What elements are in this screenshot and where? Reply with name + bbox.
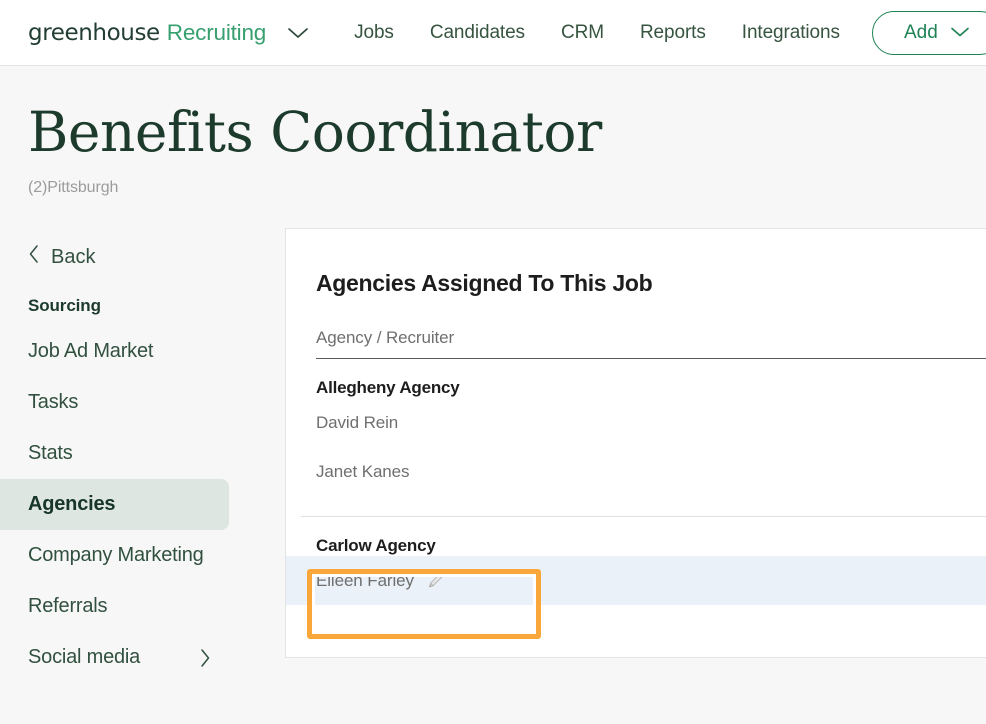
recruiter-row-eileen-farley[interactable]: Eileen Farley: [286, 556, 986, 605]
nav-link-crm[interactable]: CRM: [561, 22, 604, 44]
sidebar-item-label: Referrals: [28, 595, 108, 617]
main-content: Agencies Assigned To This Job Agency / R…: [285, 228, 986, 724]
content-shell: Back Sourcing Job Ad Market Tasks Stats …: [0, 228, 986, 724]
back-link-label: Back: [51, 245, 96, 268]
chevron-left-icon: [28, 244, 40, 270]
sidebar-item-label: Job Ad Market: [28, 340, 154, 362]
recruiter-row[interactable]: Janet Kanes: [286, 447, 986, 496]
chevron-down-icon[interactable]: [287, 26, 309, 40]
sidebar-item-referrals[interactable]: Referrals: [0, 581, 229, 632]
agencies-panel: Agencies Assigned To This Job Agency / R…: [285, 228, 986, 658]
sidebar-item-label: Agencies: [28, 493, 116, 515]
agency-group: Allegheny Agency David Rein Janet Kanes: [286, 359, 986, 496]
sidebar-section-sourcing: Sourcing: [28, 296, 101, 315]
chevron-right-icon: [199, 648, 211, 668]
page-subtitle: (2)Pittsburgh: [28, 178, 119, 196]
nav-link-integrations[interactable]: Integrations: [742, 22, 840, 44]
agency-group-name: Carlow Agency: [316, 536, 436, 555]
page-title: Benefits Coordinator: [28, 100, 602, 164]
recruiter-name: Eileen Farley: [316, 570, 414, 590]
sidebar-item-label: Stats: [28, 442, 73, 464]
brand-wordmark: greenhouse: [28, 19, 160, 46]
panel-title: Agencies Assigned To This Job: [316, 270, 653, 296]
sidebar-item-stats[interactable]: Stats: [0, 428, 229, 479]
recruiter-name: Janet Kanes: [316, 461, 410, 481]
add-button[interactable]: Add: [871, 10, 986, 55]
sidebar-item-company-marketing[interactable]: Company Marketing: [0, 530, 229, 581]
back-link[interactable]: Back: [0, 236, 285, 278]
edit-pencil-icon[interactable]: [425, 570, 446, 591]
recruiter-name: David Rein: [316, 412, 399, 432]
top-navigation-bar: greenhouse Recruiting Jobs Candidates CR…: [0, 0, 986, 66]
sidebar-item-social-media[interactable]: Social media: [0, 632, 229, 683]
sidebar-item-label: Company Marketing: [28, 544, 204, 566]
sidebar: Back Sourcing Job Ad Market Tasks Stats …: [0, 228, 285, 683]
primary-nav-links: Jobs Candidates CRM Reports Integrations: [354, 22, 840, 44]
agency-group: Carlow Agency Eileen Farley: [286, 517, 986, 605]
nav-link-candidates[interactable]: Candidates: [430, 22, 525, 44]
page-header: Benefits Coordinator (2)Pittsburgh: [0, 66, 986, 228]
recruiter-row[interactable]: David Rein: [286, 398, 986, 447]
nav-link-reports[interactable]: Reports: [640, 22, 706, 44]
sidebar-item-label: Tasks: [28, 391, 79, 413]
sidebar-item-tasks[interactable]: Tasks: [0, 377, 229, 428]
add-button-label: Add: [903, 21, 938, 43]
sidebar-item-agencies[interactable]: Agencies: [0, 479, 229, 530]
column-header-agency-recruiter: Agency / Recruiter: [316, 328, 986, 359]
brand-logo[interactable]: greenhouse Recruiting: [28, 20, 309, 46]
nav-link-jobs[interactable]: Jobs: [354, 22, 394, 44]
brand-product-name: Recruiting: [166, 19, 267, 45]
chevron-down-icon: [950, 22, 970, 44]
agency-group-name: Allegheny Agency: [316, 378, 460, 397]
sidebar-item-label: Social media: [28, 646, 141, 668]
sidebar-item-job-ad-market[interactable]: Job Ad Market: [0, 326, 229, 377]
